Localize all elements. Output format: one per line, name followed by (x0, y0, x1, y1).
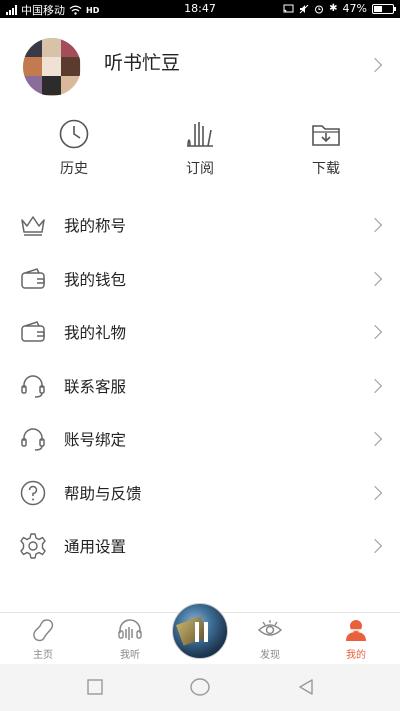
menu-item-gifts[interactable]: 我的礼物 (0, 305, 400, 359)
menu-item-account-binding[interactable]: 账号绑定 (0, 412, 400, 466)
crown-icon (21, 216, 45, 236)
cast-icon (283, 4, 294, 12)
gift-wallet-icon (21, 321, 45, 342)
menu-item-label: 我的称号 (64, 217, 127, 235)
tab-label: 我听 (120, 650, 140, 661)
chevron-right-icon (367, 217, 383, 233)
subscribe-icon (187, 122, 213, 147)
mute-icon (299, 4, 309, 13)
menu-item-title[interactable]: 我的称号 (0, 198, 400, 252)
tab-discover[interactable]: 发现 (230, 617, 310, 661)
avatar[interactable] (23, 38, 81, 96)
username: 听书忙豆 (104, 52, 181, 74)
chevron-right-icon (367, 538, 383, 554)
menu-item-label: 联系客服 (64, 377, 127, 396)
tab-listening[interactable]: 我听 (90, 617, 170, 661)
chevron-right-icon (367, 271, 383, 286)
pause-icon (195, 622, 209, 642)
system-nav-bar (0, 664, 400, 711)
now-playing-button[interactable] (172, 603, 228, 659)
menu-item-support[interactable]: 联系客服 (0, 359, 400, 413)
headphones-icon (118, 619, 142, 640)
history-label: 历史 (60, 161, 88, 177)
bluetooth-icon: ✱ (329, 3, 338, 14)
tab-label: 发现 (260, 650, 280, 661)
home-icon[interactable] (189, 678, 211, 696)
bean-icon (33, 619, 54, 642)
headset-icon (21, 374, 45, 398)
battery-percent: 47% (342, 2, 367, 15)
chevron-right-icon (367, 378, 383, 393)
tab-home[interactable]: 主页 (3, 617, 83, 661)
user-icon (346, 620, 366, 641)
wallet-icon (21, 267, 45, 289)
chevron-right-icon (367, 324, 383, 340)
headset-icon (21, 428, 45, 451)
alarm-icon (315, 5, 324, 13)
menu-item-wallet[interactable]: 我的钱包 (0, 252, 400, 306)
menu-item-label: 我的钱包 (64, 270, 127, 289)
clock-icon (59, 119, 89, 149)
tab-label: 主页 (33, 650, 53, 661)
battery-icon (372, 3, 396, 14)
menu-item-label: 账号绑定 (64, 431, 127, 449)
settings-menu: 我的称号 我的钱包 我的礼物 联系客服 账号绑定 帮助与反馈 通用设置 (0, 198, 400, 573)
back-icon[interactable] (297, 678, 315, 696)
gear-icon (20, 533, 46, 559)
download-folder-icon (312, 125, 340, 146)
download-label: 下载 (312, 161, 340, 177)
subscribe-label: 订阅 (186, 161, 214, 177)
status-bar: 中国移动 HD 18:47 ✱ 47% (0, 0, 400, 18)
question-icon (20, 480, 46, 505)
subscribe-button[interactable]: 订阅 (160, 118, 240, 178)
history-button[interactable]: 历史 (34, 118, 114, 178)
eye-icon (257, 620, 283, 636)
tab-label: 我的 (346, 650, 366, 661)
menu-item-settings[interactable]: 通用设置 (0, 519, 400, 573)
menu-item-label: 帮助与反馈 (64, 484, 142, 503)
recents-icon[interactable] (86, 678, 104, 696)
menu-item-label: 我的礼物 (64, 324, 127, 342)
download-button[interactable]: 下载 (286, 118, 366, 178)
profile-header[interactable]: 听书忙豆 (0, 18, 400, 104)
tab-mine[interactable]: 我的 (316, 617, 396, 661)
menu-item-label: 通用设置 (64, 538, 127, 556)
profile-chevron-right-icon (367, 57, 383, 73)
menu-item-help[interactable]: 帮助与反馈 (0, 466, 400, 520)
quick-actions: 历史 订阅 下载 (0, 118, 400, 188)
chevron-right-icon (367, 485, 383, 500)
chevron-right-icon (367, 431, 383, 447)
